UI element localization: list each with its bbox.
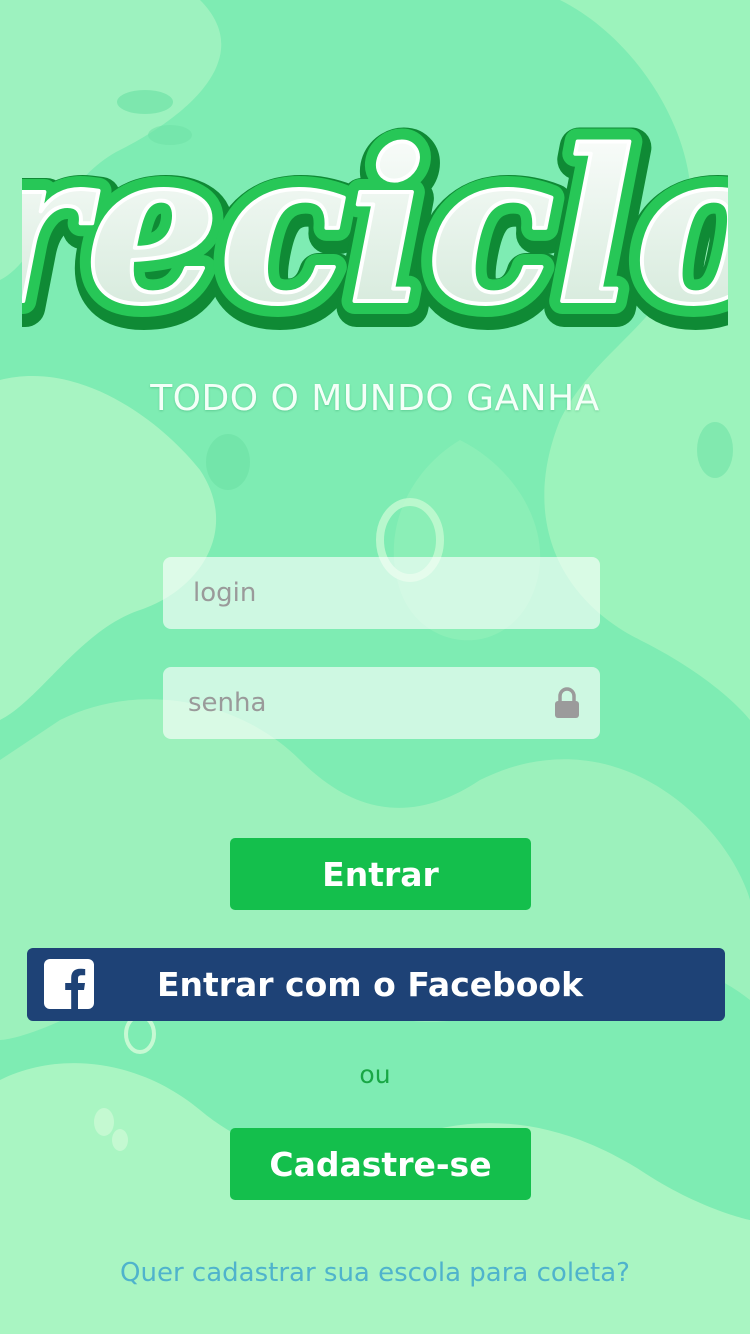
facebook-icon — [44, 959, 94, 1009]
password-input[interactable] — [186, 687, 554, 719]
enter-button[interactable]: Entrar — [230, 838, 531, 910]
tagline: TODO O MUNDO GANHA — [150, 378, 600, 419]
register-school-link[interactable]: Quer cadastrar sua escola para coleta? — [0, 1258, 750, 1288]
facebook-button-label: Entrar com o Facebook — [156, 965, 584, 1004]
signup-button[interactable]: Cadastre-se — [230, 1128, 531, 1200]
login-input[interactable] — [191, 577, 600, 609]
lock-icon — [555, 687, 579, 718]
svg-text:reciclo: reciclo — [22, 104, 728, 351]
login-field[interactable] — [163, 557, 600, 629]
password-field[interactable] — [163, 667, 600, 739]
or-separator: ou — [359, 1060, 391, 1089]
reciclo-logo: reciclo reciclo reciclo — [22, 95, 728, 365]
facebook-login-button[interactable]: Entrar com o Facebook — [27, 948, 725, 1021]
